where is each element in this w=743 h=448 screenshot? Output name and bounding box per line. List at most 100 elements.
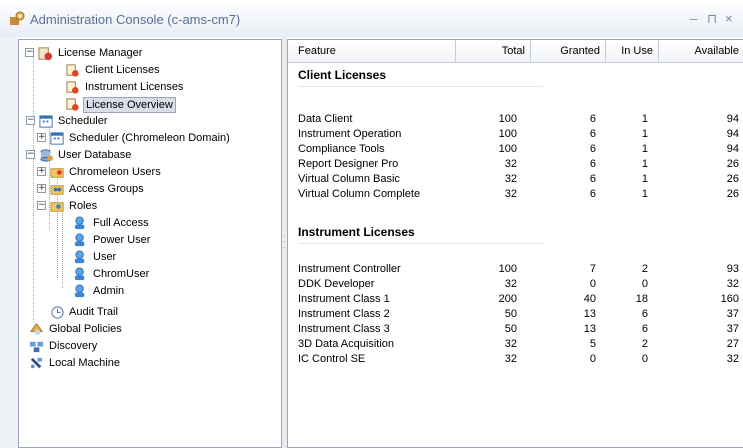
group-divider xyxy=(298,243,543,244)
discovery-icon xyxy=(29,341,44,353)
cell-available: 93 xyxy=(726,263,739,275)
group-divider xyxy=(298,86,543,87)
users-folder-icon xyxy=(50,168,64,178)
column-header-granted[interactable]: Granted xyxy=(531,40,606,62)
column-header-feature[interactable]: Feature xyxy=(288,40,456,62)
tree-item-chromuser[interactable]: ChromUser xyxy=(19,266,281,283)
table-row[interactable]: 3D Data Acquisition 32 5 2 27 xyxy=(288,337,743,351)
cell-in-use: 18 xyxy=(635,293,648,305)
column-header-total[interactable]: Total xyxy=(456,40,531,62)
tree-item-full-access[interactable]: Full Access xyxy=(19,215,281,232)
cell-available: 94 xyxy=(726,113,739,125)
collapse-icon[interactable]: − xyxy=(25,48,34,57)
console-content: − License Manager Client Licenses Instrumen… xyxy=(18,37,743,448)
groups-folder-icon xyxy=(50,185,64,195)
table-row[interactable]: Instrument Class 2 50 13 6 37 xyxy=(288,307,743,321)
collapse-icon[interactable]: − xyxy=(37,201,46,210)
tree-item-label: ChromUser xyxy=(93,268,150,280)
splitter-grip-icon[interactable]: · · · xyxy=(283,232,286,252)
table-row[interactable]: DDK Developer 32 0 0 32 xyxy=(288,277,743,291)
cell-granted: 13 xyxy=(583,308,596,320)
cell-feature: DDK Developer xyxy=(298,278,375,290)
table-row[interactable]: Virtual Column Basic 32 6 1 26 xyxy=(288,172,743,186)
cell-total: 32 xyxy=(504,353,517,365)
table-row[interactable]: Instrument Controller 100 7 2 93 xyxy=(288,262,743,276)
table-row[interactable]: Compliance Tools 100 6 1 94 xyxy=(288,142,743,156)
tree-item-license-overview[interactable]: License Overview xyxy=(19,96,281,113)
tree-item-label: License Manager xyxy=(58,47,143,59)
table-row[interactable]: Instrument Class 1 200 40 18 160 xyxy=(288,292,743,306)
tree-item-local-machine[interactable]: Local Machine xyxy=(19,355,281,372)
cell-available: 94 xyxy=(726,143,739,155)
cell-feature: IC Control SE xyxy=(298,353,366,365)
tree-item-label: Chromeleon Users xyxy=(69,166,161,178)
cell-available: 26 xyxy=(726,158,739,170)
tree-item-global-policies[interactable]: Global Policies xyxy=(19,321,281,338)
role-icon xyxy=(74,233,85,247)
table-row[interactable]: Instrument Operation 100 6 1 94 xyxy=(288,127,743,141)
table-row[interactable]: Instrument Class 3 50 13 6 37 xyxy=(288,322,743,336)
cell-granted: 6 xyxy=(589,113,596,125)
tree-item-access-groups[interactable]: + Access Groups xyxy=(19,181,281,198)
cell-granted: 7 xyxy=(589,263,596,275)
tree-item-discovery[interactable]: Discovery xyxy=(19,338,281,355)
collapse-icon[interactable]: − xyxy=(26,116,35,125)
cell-available: 32 xyxy=(726,353,739,365)
restore-button[interactable]: ⊓ xyxy=(707,12,717,26)
cell-total: 100 xyxy=(498,263,517,275)
cell-granted: 0 xyxy=(589,353,596,365)
license-manager-icon xyxy=(38,47,53,61)
expand-icon[interactable]: + xyxy=(37,133,46,142)
expand-icon[interactable]: + xyxy=(37,184,46,193)
cell-in-use: 6 xyxy=(641,308,648,320)
cell-in-use: 1 xyxy=(641,143,648,155)
cell-granted: 6 xyxy=(589,188,596,200)
cell-granted: 6 xyxy=(589,143,596,155)
cell-in-use: 1 xyxy=(641,113,648,125)
cell-available: 27 xyxy=(726,338,739,350)
tree-item-label: User Database xyxy=(58,149,132,161)
close-button[interactable]: × xyxy=(725,12,733,26)
tree-item-roles[interactable]: − Roles xyxy=(19,198,281,215)
role-icon xyxy=(74,284,85,298)
column-header-available[interactable]: Available xyxy=(659,40,743,62)
table-row[interactable]: IC Control SE 32 0 0 32 xyxy=(288,352,743,366)
group-header-client-licenses: Client Licenses xyxy=(298,68,387,82)
license-overview-table: Feature Total Granted In Use Available Client… xyxy=(287,39,743,448)
tree-item-label: Access Groups xyxy=(69,183,144,195)
license-icon xyxy=(66,81,79,94)
tree-item-label: Global Policies xyxy=(49,323,122,335)
tree-item-user-database[interactable]: − User Database xyxy=(19,147,281,164)
tree-item-admin[interactable]: Admin xyxy=(19,283,281,300)
role-icon xyxy=(74,267,85,281)
table-row[interactable]: Virtual Column Complete 32 6 1 26 xyxy=(288,187,743,201)
navigation-tree[interactable]: − License Manager Client Licenses Instrumen… xyxy=(18,39,282,448)
license-icon xyxy=(66,64,79,77)
cell-feature: Instrument Class 1 xyxy=(298,293,390,305)
tree-item-license-manager[interactable]: − License Manager xyxy=(19,45,281,62)
column-header-in-use[interactable]: In Use xyxy=(606,40,659,62)
tree-item-scheduler[interactable]: − Scheduler xyxy=(19,113,281,130)
tree-item-chromeleon-users[interactable]: + Chromeleon Users xyxy=(19,164,281,181)
cell-feature: 3D Data Acquisition xyxy=(298,338,394,350)
cell-feature: Instrument Class 3 xyxy=(298,323,390,335)
cell-total: 32 xyxy=(504,158,517,170)
expand-icon[interactable]: + xyxy=(37,167,46,176)
tree-item-instrument-licenses[interactable]: Instrument Licenses xyxy=(19,79,281,96)
tree-item-label: Client Licenses xyxy=(85,64,160,76)
tree-item-user[interactable]: User xyxy=(19,249,281,266)
table-row[interactable]: Data Client 100 6 1 94 xyxy=(288,112,743,126)
tree-item-scheduler-chromeleon-domain[interactable]: + Scheduler (Chromeleon Domain) xyxy=(19,130,281,147)
tree-item-audit-trail[interactable]: Audit Trail xyxy=(19,304,281,321)
table-row[interactable]: Report Designer Pro 32 6 1 26 xyxy=(288,157,743,171)
cell-in-use: 0 xyxy=(641,353,648,365)
cell-feature: Virtual Column Basic xyxy=(298,173,400,185)
cell-available: 26 xyxy=(726,173,739,185)
cell-in-use: 1 xyxy=(641,188,648,200)
collapse-icon[interactable]: − xyxy=(26,150,35,159)
cell-in-use: 1 xyxy=(641,158,648,170)
minimize-button[interactable]: – xyxy=(690,12,697,26)
tree-item-power-user[interactable]: Power User xyxy=(19,232,281,249)
tree-item-label: Admin xyxy=(93,285,125,297)
tree-item-client-licenses[interactable]: Client Licenses xyxy=(19,62,281,79)
